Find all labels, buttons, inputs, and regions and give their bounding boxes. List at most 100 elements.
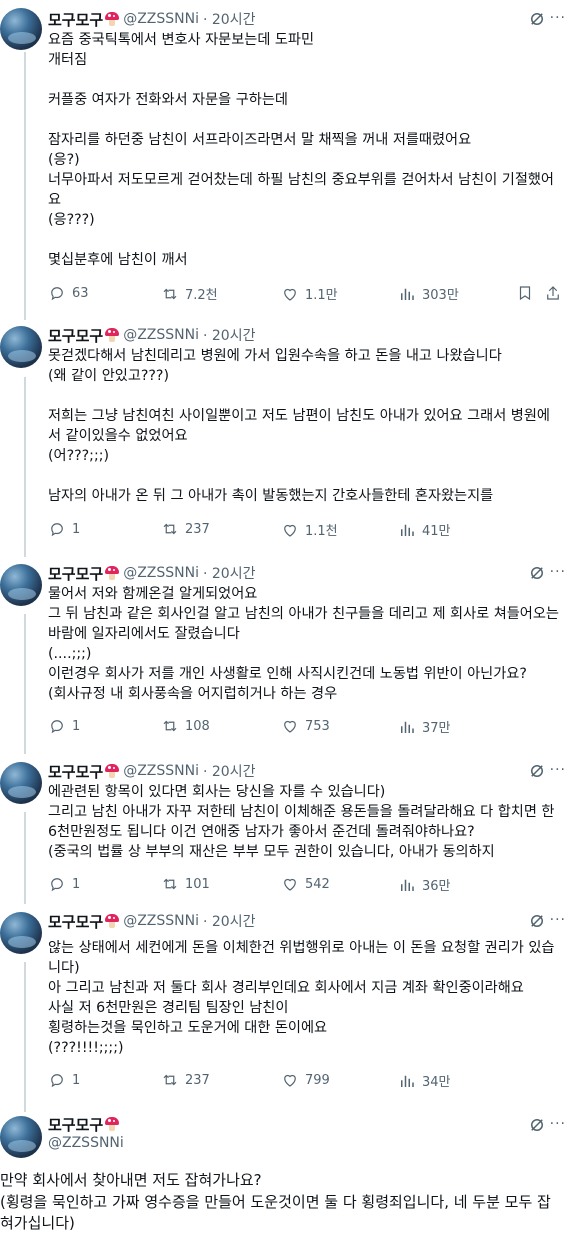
retweet-icon	[163, 288, 177, 299]
retweet-icon	[163, 720, 177, 732]
author-handle[interactable]: @ZZSSNNi	[123, 913, 199, 929]
author-handle[interactable]: @ZZSSNNi	[123, 565, 199, 581]
like-button[interactable]: 542	[281, 875, 330, 893]
main-tweet-text: 만약 회사에서 찾아내면 저도 잡혀가나요? (횡령을 묵인하고 가짜 영수증을…	[0, 1171, 551, 1232]
like-count: 1.1만	[305, 288, 338, 303]
avatar[interactable]	[0, 1116, 42, 1158]
main-tweet-author: 모구모구	[48, 1114, 123, 1134]
author-name[interactable]: 모구모구	[48, 325, 103, 346]
like-count: 753	[305, 718, 330, 734]
views-button[interactable]: 37만	[398, 717, 451, 736]
retweet-button[interactable]: 237	[161, 520, 210, 538]
retweet-count: 237	[185, 1072, 210, 1088]
views-button[interactable]: 34만	[398, 1071, 451, 1090]
tweet[interactable]: 모구모구 @ZZSSNNi · 20시간 못걷겠다해서 남친데리고 병원에 가서…	[0, 322, 570, 552]
views-icon	[401, 879, 414, 891]
mushroom-emoji-icon	[105, 328, 120, 342]
views-icon	[401, 288, 414, 300]
like-button[interactable]: 753	[281, 717, 330, 735]
grok-icon[interactable]	[528, 762, 546, 780]
reply-count: 1	[72, 876, 81, 892]
tweet-header: 모구모구 @ZZSSNNi · 20시간	[48, 760, 255, 782]
tweet-text: 물어서 저와 함께온걸 알게되었어요 그 뒤 남친과 같은 회사인걸 알고 남친…	[48, 586, 559, 702]
more-icon[interactable]: ···	[550, 762, 566, 778]
like-button[interactable]: 1.1천	[281, 520, 338, 539]
views-button[interactable]: 36만	[398, 875, 451, 894]
tweet-time[interactable]: · 20시간	[203, 9, 255, 29]
grok-icon[interactable]	[528, 1116, 546, 1134]
reply-count: 1	[72, 1072, 81, 1088]
avatar[interactable]	[0, 8, 42, 50]
author-name[interactable]: 모구모구	[48, 1114, 103, 1135]
reply-button[interactable]: 1	[48, 875, 80, 893]
tweet-text: 못걷겠다해서 남친데리고 병원에 가서 입원수속을 하고 돈을 내고 나왔습니다…	[48, 348, 550, 504]
tweet-header: 모구모구 @ZZSSNNi · 20시간	[48, 8, 255, 30]
more-icon[interactable]: ···	[550, 564, 566, 580]
avatar[interactable]	[0, 912, 42, 954]
avatar[interactable]	[0, 326, 42, 368]
retweet-count: 101	[185, 876, 210, 892]
avatar[interactable]	[0, 762, 42, 804]
tweet[interactable]: 모구모구 @ZZSSNNi · 20시간 ··· 물어서 저와 함께온걸 알게되…	[0, 560, 570, 750]
tweet-time[interactable]: · 20시간	[203, 761, 255, 781]
reply-button[interactable]: 1	[48, 520, 80, 538]
like-icon	[284, 1074, 296, 1087]
reply-button[interactable]: 63	[48, 284, 89, 302]
like-button[interactable]: 1.1만	[281, 284, 338, 303]
tweet-time[interactable]: · 20시간	[203, 563, 255, 583]
more-icon[interactable]: ···	[550, 1116, 566, 1132]
author-handle[interactable]: @ZZSSNNi	[123, 763, 199, 779]
tweet-time[interactable]: · 20시간	[203, 325, 255, 345]
author-handle[interactable]: @ZZSSNNi	[123, 11, 199, 27]
like-icon	[284, 288, 296, 301]
views-icon	[401, 524, 414, 536]
author-name[interactable]: 모구모구	[48, 761, 103, 782]
views-icon	[401, 721, 414, 733]
more-icon[interactable]: ···	[550, 912, 566, 928]
reply-button[interactable]: 1	[48, 717, 80, 735]
author-handle[interactable]: @ZZSSNNi	[123, 327, 199, 343]
more-icon[interactable]: ···	[550, 10, 566, 26]
like-icon	[284, 720, 296, 733]
tweet-time[interactable]: · 20시간	[203, 911, 255, 931]
reply-icon	[51, 1074, 63, 1088]
reply-button[interactable]: 1	[48, 1071, 80, 1089]
tweet[interactable]: 모구모구 @ZZSSNNi · 20시간 ··· 않는 상태에서 세컨에게 돈을…	[0, 908, 570, 1108]
retweet-count: 7.2천	[185, 288, 218, 303]
grok-icon[interactable]	[528, 912, 546, 930]
views-button[interactable]: 303만	[398, 284, 459, 303]
views-count: 36만	[422, 879, 451, 894]
retweet-icon	[163, 523, 177, 535]
tweet-actions: 63 7.2천 1.1만 303만	[48, 284, 562, 304]
retweet-button[interactable]: 101	[161, 875, 210, 893]
views-count: 303만	[422, 288, 459, 303]
author-name[interactable]: 모구모구	[48, 563, 103, 584]
avatar[interactable]	[0, 564, 42, 606]
bookmark-icon[interactable]	[516, 284, 534, 302]
like-button[interactable]: 799	[281, 1071, 330, 1089]
retweet-button[interactable]: 7.2천	[161, 284, 218, 303]
tweet[interactable]: 모구모구 @ZZSSNNi · 20시간 ··· 요즘 중국틱톡에서 변호사 자…	[0, 0, 570, 320]
author-handle[interactable]: @ZZSSNNi	[48, 1135, 124, 1151]
grok-icon[interactable]	[528, 564, 546, 582]
reply-icon	[51, 720, 63, 734]
tweet-text: 에관련된 항목이 있다면 회사는 당신을 자를 수 있습니다) 그리고 남친 아…	[48, 784, 555, 860]
views-button[interactable]: 41만	[398, 520, 451, 539]
tweet[interactable]: 모구모구 @ZZSSNNi · 20시간 ··· 에관련된 항목이 있다면 회사…	[0, 758, 570, 898]
author-name[interactable]: 모구모구	[48, 9, 103, 30]
tweet-header: 모구모구 @ZZSSNNi · 20시간	[48, 324, 255, 346]
like-icon	[284, 524, 296, 537]
retweet-button[interactable]: 237	[161, 1071, 210, 1089]
retweet-count: 237	[185, 521, 210, 537]
tweet-actions: 1 108 753 37만	[48, 717, 562, 737]
grok-icon[interactable]	[528, 10, 546, 28]
reply-count: 1	[72, 521, 81, 537]
retweet-button[interactable]: 108	[161, 717, 210, 735]
share-icon[interactable]	[544, 284, 562, 302]
like-icon	[284, 878, 296, 891]
tweet-header: 모구모구 @ZZSSNNi · 20시간	[48, 910, 255, 932]
tweet-text: 요즘 중국틱톡에서 변호사 자문보는데 도파민 개터짐 커플중 여자가 전화와서…	[48, 32, 554, 268]
retweet-count: 108	[185, 718, 210, 734]
author-name[interactable]: 모구모구	[48, 911, 103, 932]
tweet-text: 않는 상태에서 세컨에게 돈을 이체한건 위법행위로 아내는 이 돈을 요청할 …	[48, 940, 555, 1056]
